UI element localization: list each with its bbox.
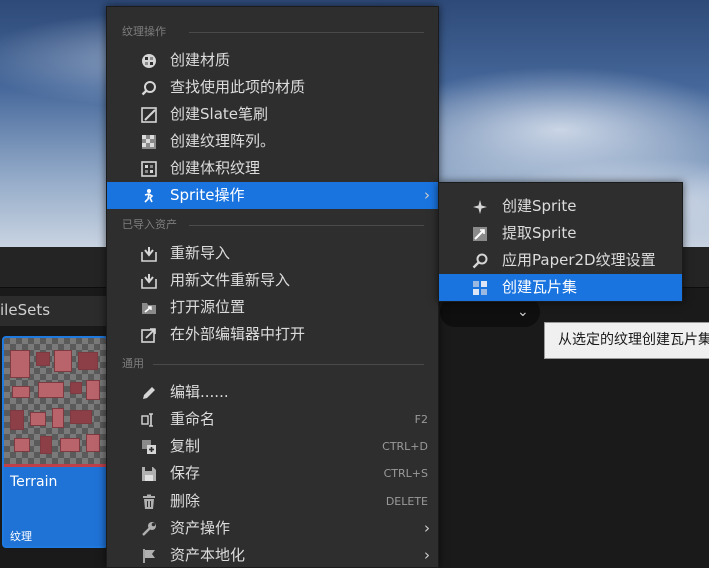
menu-item-label: 应用Paper2D纹理设置 [502, 251, 656, 269]
save-icon [141, 466, 157, 482]
asset-type-label: 纹理 [10, 530, 32, 543]
section-imported-asset: 已导入资产 [107, 212, 440, 238]
menu-item-rename[interactable]: 重命名 F2 [107, 406, 440, 433]
menu-item-label: Sprite操作 [170, 186, 245, 204]
extract-sprite-icon [472, 226, 488, 242]
menu-item-label: 复制 [170, 437, 201, 455]
find-icon [141, 80, 157, 96]
menu-item-open-source-location[interactable]: 打开源位置 [107, 294, 440, 321]
menu-item-duplicate[interactable]: 复制 CTRL+D [107, 433, 440, 460]
menu-item-asset-localization[interactable]: 资产本地化 › [107, 542, 440, 568]
menu-item-label: 资产本地化 [170, 546, 246, 564]
menu-item-label: 创建Slate笔刷 [170, 105, 268, 123]
menu-item-sprite-actions[interactable]: Sprite操作 › [107, 182, 440, 209]
submenu-arrow-icon: › [424, 519, 430, 537]
menu-item-create-slate-brush[interactable]: 创建Slate笔刷 [107, 101, 440, 128]
duplicate-icon [141, 439, 157, 455]
wrench-icon [141, 521, 157, 537]
submenu-item-apply-paper2d[interactable]: 应用Paper2D纹理设置 [439, 247, 682, 274]
open-folder-icon [141, 300, 157, 316]
sprite-actions-submenu: 创建Sprite 提取Sprite 应用Paper2D纹理设置 创建瓦片集 [438, 182, 683, 302]
menu-item-label: 编辑...... [170, 383, 229, 401]
shortcut-label: DELETE [385, 495, 428, 508]
shortcut-label: F2 [414, 413, 428, 426]
edit-icon [141, 385, 157, 401]
menu-item-label: 保存 [170, 464, 201, 482]
menu-item-label: 创建瓦片集 [502, 278, 578, 296]
menu-item-create-volume-texture[interactable]: 创建体积纹理 [107, 155, 440, 182]
menu-item-edit[interactable]: 编辑...... [107, 379, 440, 406]
menu-item-save[interactable]: 保存 CTRL+S [107, 460, 440, 487]
menu-item-label: 资产操作 [170, 519, 231, 537]
texture-array-icon [141, 134, 157, 150]
menu-item-label: 创建纹理阵列。 [170, 132, 276, 150]
shortcut-label: CTRL+S [383, 467, 428, 480]
menu-item-create-texture-array[interactable]: 创建纹理阵列。 [107, 128, 440, 155]
section-divider [189, 225, 424, 226]
external-editor-icon [141, 327, 157, 343]
menu-item-label: 创建体积纹理 [170, 159, 261, 177]
menu-item-find-materials[interactable]: 查找使用此项的材质 [107, 74, 440, 101]
terrain-asset-tile[interactable]: Terrain 纹理 [2, 336, 108, 548]
section-texture-actions: 纹理操作 [107, 19, 440, 45]
menu-item-create-material[interactable]: 创建材质 [107, 47, 440, 74]
reimport-icon [141, 246, 157, 262]
create-sprite-icon [472, 199, 488, 215]
section-divider [189, 32, 424, 33]
paper2d-settings-icon [472, 253, 488, 269]
volume-texture-icon [141, 161, 157, 177]
tileset-icon [472, 280, 488, 296]
section-common: 通用 [107, 351, 440, 377]
menu-item-label: 创建材质 [170, 51, 231, 69]
submenu-arrow-icon: › [424, 546, 430, 564]
menu-item-delete[interactable]: 删除 DELETE [107, 488, 440, 515]
asset-type-color-bar [4, 464, 106, 467]
asset-name: Terrain [10, 474, 58, 490]
menu-item-reimport-new-file[interactable]: 用新文件重新导入 [107, 267, 440, 294]
asset-thumbnail [4, 338, 106, 466]
section-title: 纹理操作 [122, 25, 166, 38]
sprite-icon [141, 188, 157, 204]
menu-item-label: 重命名 [170, 410, 216, 428]
rename-icon [141, 412, 157, 428]
menu-item-label: 查找使用此项的材质 [170, 78, 306, 96]
menu-item-label: 用新文件重新导入 [170, 271, 291, 289]
asset-context-menu: 纹理操作 创建材质 查找使用此项的材质 创建Slate笔刷 创建纹理阵列。 创建… [106, 6, 440, 568]
menu-item-label: 在外部编辑器中打开 [170, 325, 306, 343]
menu-item-label: 创建Sprite [502, 197, 577, 215]
flag-icon [141, 548, 157, 564]
section-title: 已导入资产 [122, 218, 177, 231]
menu-item-open-external-editor[interactable]: 在外部编辑器中打开 [107, 321, 440, 348]
submenu-item-create-sprite[interactable]: 创建Sprite [439, 193, 682, 220]
tooltip: 从选定的纹理创建瓦片集 [544, 322, 709, 359]
menu-item-label: 打开源位置 [170, 298, 246, 316]
submenu-item-create-tileset[interactable]: 创建瓦片集 [439, 274, 682, 301]
menu-item-label: 提取Sprite [502, 224, 577, 242]
tileset-folder-tab[interactable]: ileSets [0, 296, 110, 326]
section-title: 通用 [122, 357, 144, 370]
section-divider [153, 364, 424, 365]
menu-item-label: 删除 [170, 492, 201, 510]
slate-brush-icon [141, 107, 157, 123]
menu-item-reimport[interactable]: 重新导入 [107, 240, 440, 267]
delete-icon [141, 494, 157, 510]
submenu-arrow-icon: › [424, 186, 430, 204]
reimport-new-file-icon [141, 273, 157, 289]
create-material-icon [141, 53, 157, 69]
chevron-down-icon[interactable]: ⌄ [517, 304, 529, 320]
shortcut-label: CTRL+D [382, 440, 428, 453]
menu-item-label: 重新导入 [170, 244, 231, 262]
menu-item-asset-actions[interactable]: 资产操作 › [107, 515, 440, 542]
submenu-item-extract-sprites[interactable]: 提取Sprite [439, 220, 682, 247]
